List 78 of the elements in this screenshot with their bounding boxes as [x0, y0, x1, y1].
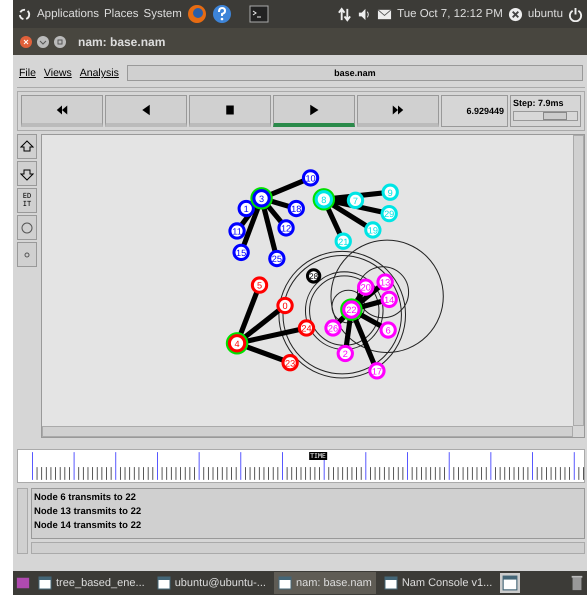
horizontal-scrollbar[interactable] — [42, 426, 573, 437]
node: 26 — [324, 319, 342, 337]
file-name-field: base.nam — [126, 65, 583, 81]
center-node: 4 — [226, 332, 248, 355]
menu-item[interactable]: Analysis — [80, 67, 119, 79]
close-icon[interactable] — [19, 34, 33, 48]
window-title: nam: base.nam — [78, 34, 166, 48]
node: 13 — [376, 273, 394, 291]
node: 23 — [281, 354, 299, 372]
node: 9 — [382, 184, 399, 201]
window-icon — [278, 575, 292, 591]
vertical-scrollbar[interactable] — [573, 135, 584, 426]
menu-item[interactable]: File — [19, 67, 36, 79]
user-name[interactable]: ubuntu — [528, 8, 563, 20]
minimize-icon[interactable] — [36, 34, 50, 48]
node: 20 — [357, 278, 374, 296]
node: 15 — [232, 244, 250, 262]
panel-menu[interactable]: Places — [104, 8, 139, 20]
node: 28 — [306, 268, 322, 284]
back-icon — [140, 104, 152, 116]
node: 24 — [298, 319, 316, 337]
slider-thumb[interactable] — [542, 112, 567, 120]
window-icon[interactable] — [500, 573, 520, 593]
vertical-scrollbar[interactable] — [17, 488, 28, 554]
panel-menu[interactable]: System — [144, 8, 182, 20]
circle-icon — [20, 220, 34, 234]
center-node: 22 — [340, 298, 363, 321]
node: 14 — [380, 290, 398, 308]
help-icon[interactable] — [212, 4, 232, 24]
node: 7 — [346, 192, 364, 210]
time-display: 6.929449 — [441, 95, 508, 127]
node: 11 — [228, 222, 246, 240]
rewind-icon — [56, 104, 68, 116]
power-icon[interactable] — [568, 6, 583, 22]
node: 10 — [302, 169, 320, 187]
node: 25 — [268, 250, 286, 268]
panel-menu[interactable]: Applications — [37, 8, 100, 20]
mail-icon[interactable] — [377, 6, 392, 22]
tool-button[interactable] — [17, 134, 37, 159]
maximize-icon[interactable] — [53, 34, 67, 48]
logo-icon[interactable] — [17, 6, 32, 22]
user-icon[interactable] — [508, 6, 523, 22]
node: 18 — [288, 200, 305, 218]
node: 29 — [380, 204, 398, 222]
network-icon[interactable] — [337, 6, 352, 22]
trash-icon[interactable] — [570, 575, 584, 591]
step-label: Step: 7.9ms — [513, 98, 565, 108]
horizontal-scrollbar[interactable] — [31, 542, 585, 554]
browser-icon[interactable] — [186, 4, 207, 24]
zoom-in-icon — [20, 140, 34, 154]
tool-button[interactable] — [17, 161, 37, 186]
clock[interactable]: Tue Oct 7, 12:12 PM — [397, 8, 503, 20]
taskbar-item[interactable]: nam: base.nam — [274, 572, 376, 594]
node: 19 — [364, 221, 382, 239]
window-icon — [38, 575, 52, 591]
center-node: 8 — [312, 188, 336, 211]
stop-icon — [224, 104, 236, 116]
window-icon — [384, 575, 398, 591]
node: 2 — [336, 344, 354, 362]
play-icon — [308, 104, 320, 116]
node: 17 — [368, 362, 386, 380]
node: 12 — [277, 219, 295, 237]
log-line: Node 14 transmits to 22 — [34, 520, 142, 531]
playback-button[interactable] — [189, 95, 271, 127]
node: 1 — [238, 200, 255, 218]
center-node: 3 — [250, 187, 273, 210]
step-slider[interactable] — [513, 111, 578, 121]
node: 0 — [276, 296, 294, 314]
terminal-icon[interactable] — [248, 4, 269, 24]
log-line: Node 13 transmits to 22 — [34, 506, 142, 517]
node: 6 — [379, 321, 397, 339]
zoom-out-icon — [20, 166, 34, 180]
node: 5 — [250, 276, 268, 294]
node: 21 — [334, 232, 352, 250]
window-icon — [156, 575, 171, 591]
log-line: Node 6 transmits to 22 — [34, 492, 137, 503]
forward-icon — [392, 104, 404, 116]
menu-item[interactable]: Views — [44, 67, 72, 79]
